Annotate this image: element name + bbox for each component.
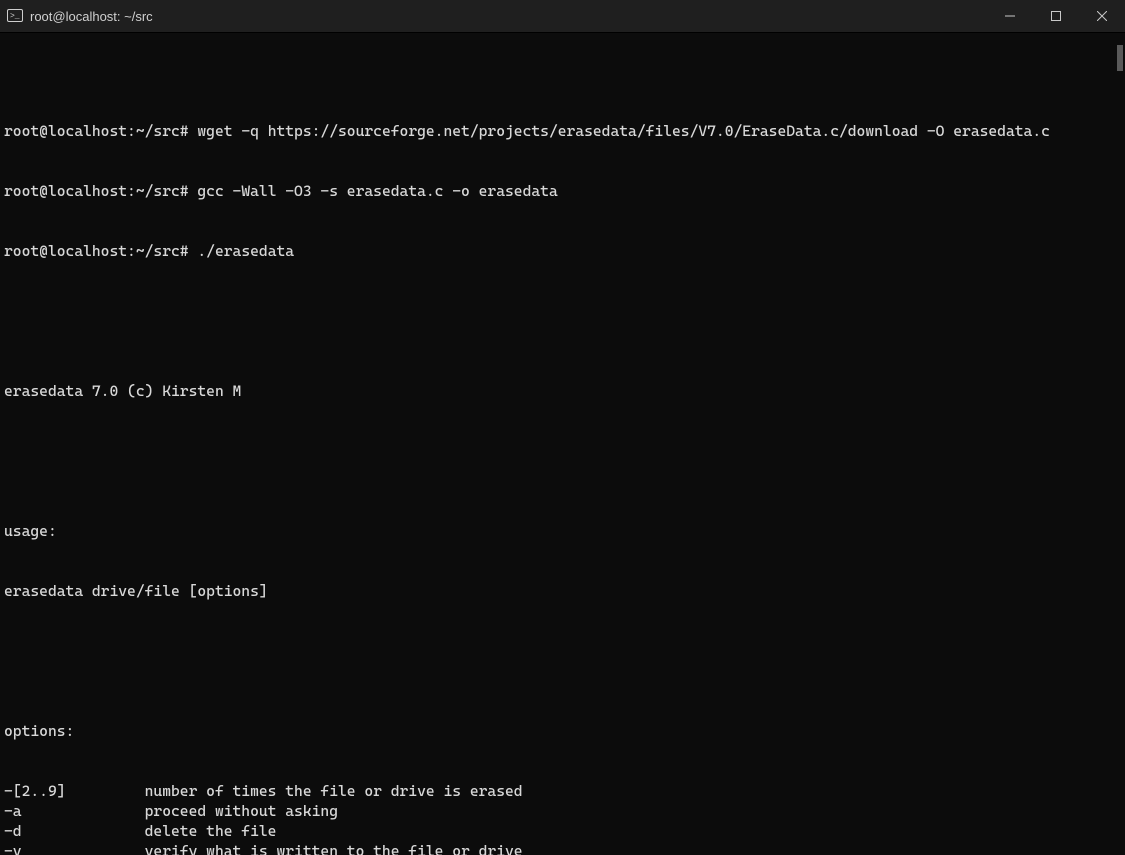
blank-line [4,441,1125,461]
usage-header: usage: [4,521,1125,541]
prompt: root@localhost:~/src# [4,182,189,200]
cmd-gcc: gcc -Wall -O3 -s erasedata.c -o erasedat… [197,182,557,200]
maximize-button[interactable] [1033,0,1079,32]
option-line: -a proceed without asking [4,801,1125,821]
line-cmd-run: root@localhost:~/src# ./erasedata [4,241,1125,261]
titlebar[interactable]: >_ root@localhost: ~/src [0,0,1125,33]
options-header: options: [4,721,1125,741]
scrollbar-thumb[interactable] [1117,45,1123,71]
option-line: -v verify what is written to the file or… [4,841,1125,855]
usage-line: erasedata drive/file [options] [4,581,1125,601]
window-title: root@localhost: ~/src [30,9,153,24]
cmd-run: ./erasedata [197,242,294,260]
minimize-button[interactable] [987,0,1033,32]
line-cmd-gcc: root@localhost:~/src# gcc -Wall -O3 -s e… [4,181,1125,201]
line-cmd-wget: root@localhost:~/src# wget -q https://so… [4,121,1125,141]
option-line: -d delete the file [4,821,1125,841]
prompt: root@localhost:~/src# [4,122,189,140]
blank-line [4,301,1125,321]
blank-line [4,641,1125,661]
option-line: -[2..9] number of times the file or driv… [4,781,1125,801]
terminal-area[interactable]: root@localhost:~/src# wget -q https://so… [0,33,1125,855]
cmd-wget: wget -q https://sourceforge.net/projects… [197,122,1050,140]
svg-text:>_: >_ [10,12,20,21]
terminal-icon: >_ [6,7,24,25]
prompt: root@localhost:~/src# [4,242,189,260]
banner-line: erasedata 7.0 (c) Kirsten M [4,381,1125,401]
close-button[interactable] [1079,0,1125,32]
